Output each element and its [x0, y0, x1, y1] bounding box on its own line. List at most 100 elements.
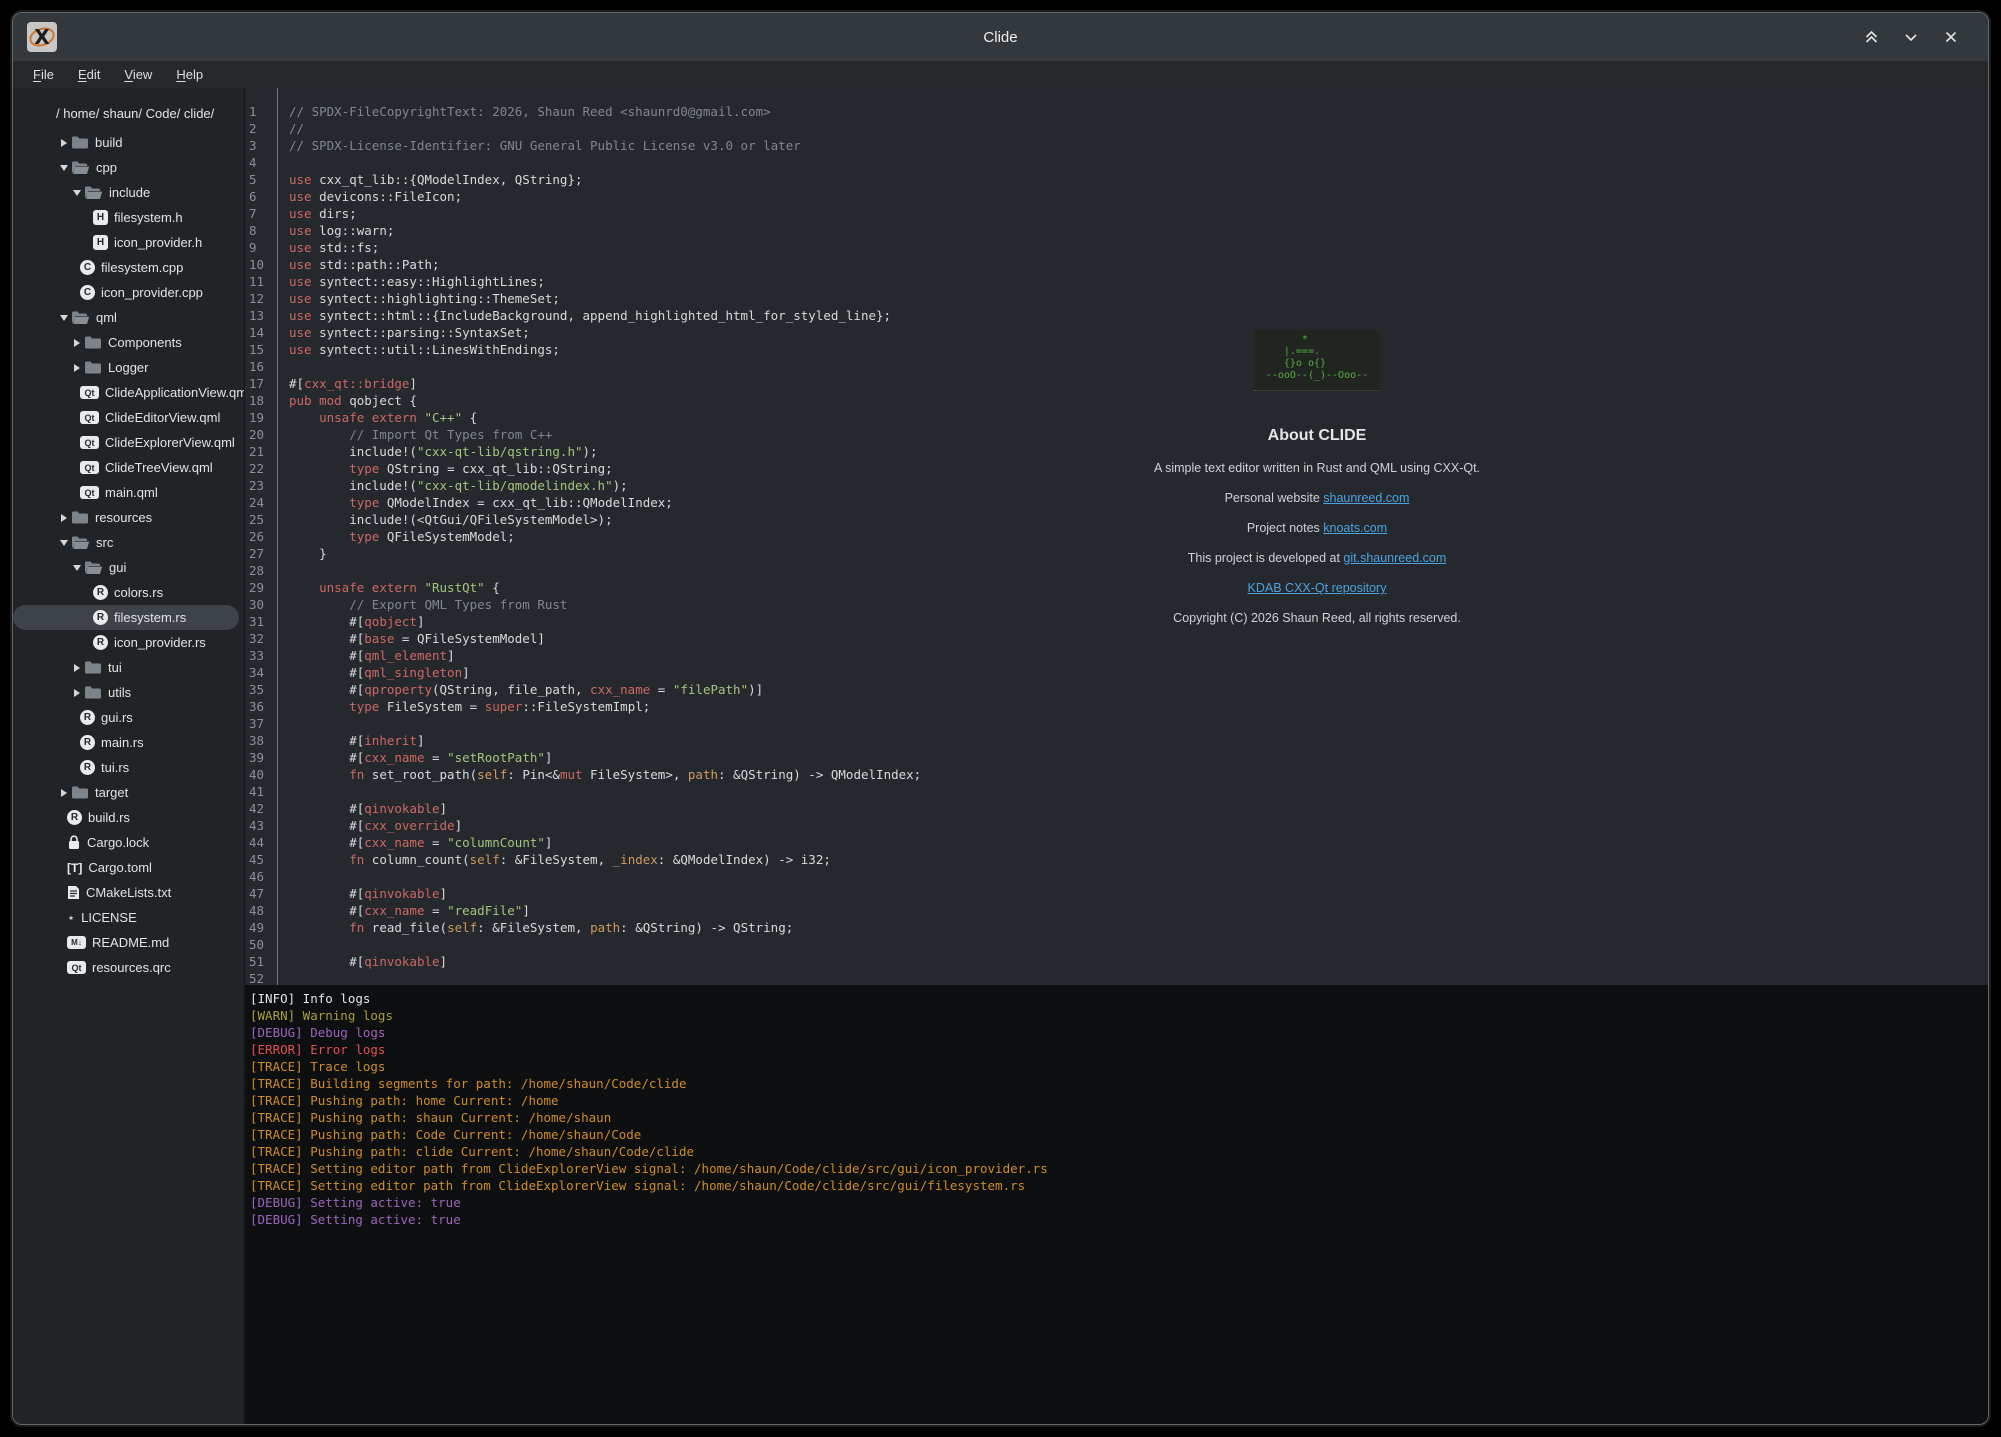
line-number: 36 — [245, 699, 281, 716]
tree-item-resources-qrc[interactable]: Qtresources.qrc — [13, 955, 244, 980]
tree-item-include[interactable]: include — [13, 180, 244, 205]
tree-item-label: filesystem.h — [114, 210, 183, 225]
chevron-down-icon[interactable] — [70, 565, 84, 571]
file-explorer: / home/ shaun/ Code/ clide/ buildcppincl… — [13, 88, 245, 1424]
menu-help[interactable]: Help — [176, 67, 203, 82]
chevron-down-icon[interactable] — [57, 540, 71, 546]
close-button[interactable] — [1940, 26, 1962, 48]
code-text — [281, 971, 289, 985]
tree-item-label: icon_provider.h — [114, 235, 202, 250]
ascii-art: * |.===. {}o o{} --ooO--(_)--Ooo-- — [1266, 334, 1368, 382]
line-number: 9 — [245, 240, 281, 257]
code-text: use syntect::easy::HighlightLines; — [281, 274, 545, 291]
tree-item-label: Cargo.lock — [87, 835, 149, 850]
qt-file-icon: Qt — [80, 461, 99, 474]
tree-item-src[interactable]: src — [13, 530, 244, 555]
line-number: 44 — [245, 835, 281, 852]
tree-item-filesystem-h[interactable]: Hfilesystem.h — [13, 205, 244, 230]
tree-item-components[interactable]: Components — [13, 330, 244, 355]
rust-file-icon: R — [80, 710, 95, 725]
tree-item-tui[interactable]: tui — [13, 655, 244, 680]
tree-item-label: gui.rs — [101, 710, 133, 725]
chevron-right-icon[interactable] — [57, 139, 71, 147]
tree-item-label: cpp — [96, 160, 117, 175]
chevron-right-icon[interactable] — [70, 364, 84, 372]
tree-item-target[interactable]: target — [13, 780, 244, 805]
minimize-button[interactable] — [1900, 26, 1922, 48]
folder-open-icon — [71, 161, 90, 174]
log-line: [ERROR] Error logs — [250, 1041, 1988, 1058]
line-number: 42 — [245, 801, 281, 818]
tree-item-resources[interactable]: resources — [13, 505, 244, 530]
tree-item-label: filesystem.rs — [114, 610, 186, 625]
tree-item-gui[interactable]: gui — [13, 555, 244, 580]
menu-edit[interactable]: Edit — [78, 67, 100, 82]
folder-open-icon — [71, 536, 90, 549]
tree-item-logger[interactable]: Logger — [13, 355, 244, 380]
log-line: [TRACE] Pushing path: Code Current: /hom… — [250, 1126, 1988, 1143]
link-git-shaunreed-com[interactable]: git.shaunreed.com — [1343, 551, 1446, 565]
tree-item-readme-md[interactable]: M↓README.md — [13, 930, 244, 955]
tree-item-main-rs[interactable]: Rmain.rs — [13, 730, 244, 755]
code-text — [281, 359, 289, 376]
tree-item-tui-rs[interactable]: Rtui.rs — [13, 755, 244, 780]
chevron-down-icon[interactable] — [70, 190, 84, 196]
tree-item-utils[interactable]: utils — [13, 680, 244, 705]
chevron-right-icon[interactable] — [57, 789, 71, 797]
tree-item-icon-provider-h[interactable]: Hicon_provider.h — [13, 230, 244, 255]
tree-item-icon-provider-rs[interactable]: Ricon_provider.rs — [13, 630, 244, 655]
tree-item-label: target — [95, 785, 128, 800]
app-icon[interactable]: X — [27, 22, 57, 52]
chevron-right-icon[interactable] — [70, 689, 84, 697]
tree-item-cpp[interactable]: cpp — [13, 155, 244, 180]
chevron-right-icon[interactable] — [70, 339, 84, 347]
line-number: 6 — [245, 189, 281, 206]
chevron-down-icon[interactable] — [57, 315, 71, 321]
tree-item-clideapplicationview-qml[interactable]: QtClideApplicationView.qml — [13, 380, 244, 405]
code-line: 42 #[qinvokable] — [245, 801, 1988, 818]
chevron-right-icon[interactable] — [70, 664, 84, 672]
menu-view[interactable]: View — [124, 67, 152, 82]
line-number: 24 — [245, 495, 281, 512]
tree-item-filesystem-cpp[interactable]: Cfilesystem.cpp — [13, 255, 244, 280]
tree-item-cargo-lock[interactable]: Cargo.lock — [13, 830, 244, 855]
tree-item-label: Components — [108, 335, 182, 350]
tree-item-icon-provider-cpp[interactable]: Cicon_provider.cpp — [13, 280, 244, 305]
tree-item-build[interactable]: build — [13, 130, 244, 155]
tree-item-clideeditorview-qml[interactable]: QtClideEditorView.qml — [13, 405, 244, 430]
chevron-right-icon[interactable] — [57, 514, 71, 522]
tree-item-cmakelists-txt[interactable]: CMakeLists.txt — [13, 880, 244, 905]
tree-item-label: CMakeLists.txt — [86, 885, 171, 900]
tree-item-label: main.rs — [101, 735, 144, 750]
about-row: A simple text editor written in Rust and… — [1117, 461, 1517, 475]
chevron-down-icon[interactable] — [57, 165, 71, 171]
line-number: 16 — [245, 359, 281, 376]
tree-item-build-rs[interactable]: Rbuild.rs — [13, 805, 244, 830]
link-kdab-cxx-qt-repository[interactable]: KDAB CXX-Qt repository — [1248, 581, 1387, 595]
link-knoats-com[interactable]: knoats.com — [1323, 521, 1387, 535]
tree-item-main-qml[interactable]: Qtmain.qml — [13, 480, 244, 505]
tree-item-cargo-toml[interactable]: [T]Cargo.toml — [13, 855, 244, 880]
tree-item-clideexplorerview-qml[interactable]: QtClideExplorerView.qml — [13, 430, 244, 455]
maximize-button[interactable] — [1860, 26, 1882, 48]
tree-item-gui-rs[interactable]: Rgui.rs — [13, 705, 244, 730]
tree-item-license[interactable]: ⋆LICENSE — [13, 905, 244, 930]
markdown-icon: M↓ — [67, 936, 86, 949]
file-tree: build cpp includeHfilesystem.hHicon_provid… — [13, 130, 244, 980]
line-number: 14 — [245, 325, 281, 342]
tree-item-colors-rs[interactable]: Rcolors.rs — [13, 580, 244, 605]
tree-item-label: tui.rs — [101, 760, 129, 775]
tree-item-filesystem-rs[interactable]: Rfilesystem.rs — [13, 605, 239, 630]
tree-item-label: ClideExplorerView.qml — [105, 435, 235, 450]
rust-file-icon: R — [67, 810, 82, 825]
link-shaunreed-com[interactable]: shaunreed.com — [1323, 491, 1409, 505]
folder-open-icon — [84, 561, 103, 574]
code-line: 4 — [245, 155, 1988, 172]
tree-item-clidetreeview-qml[interactable]: QtClideTreeView.qml — [13, 455, 244, 480]
tree-item-qml[interactable]: qml — [13, 305, 244, 330]
log-line: [TRACE] Setting editor path from ClideEx… — [250, 1160, 1988, 1177]
menu-file[interactable]: File — [33, 67, 54, 82]
editor-pane[interactable]: 1// SPDX-FileCopyrightText: 2026, Shaun … — [245, 88, 1988, 985]
code-line: 46 — [245, 869, 1988, 886]
code-line: 1// SPDX-FileCopyrightText: 2026, Shaun … — [245, 104, 1988, 121]
